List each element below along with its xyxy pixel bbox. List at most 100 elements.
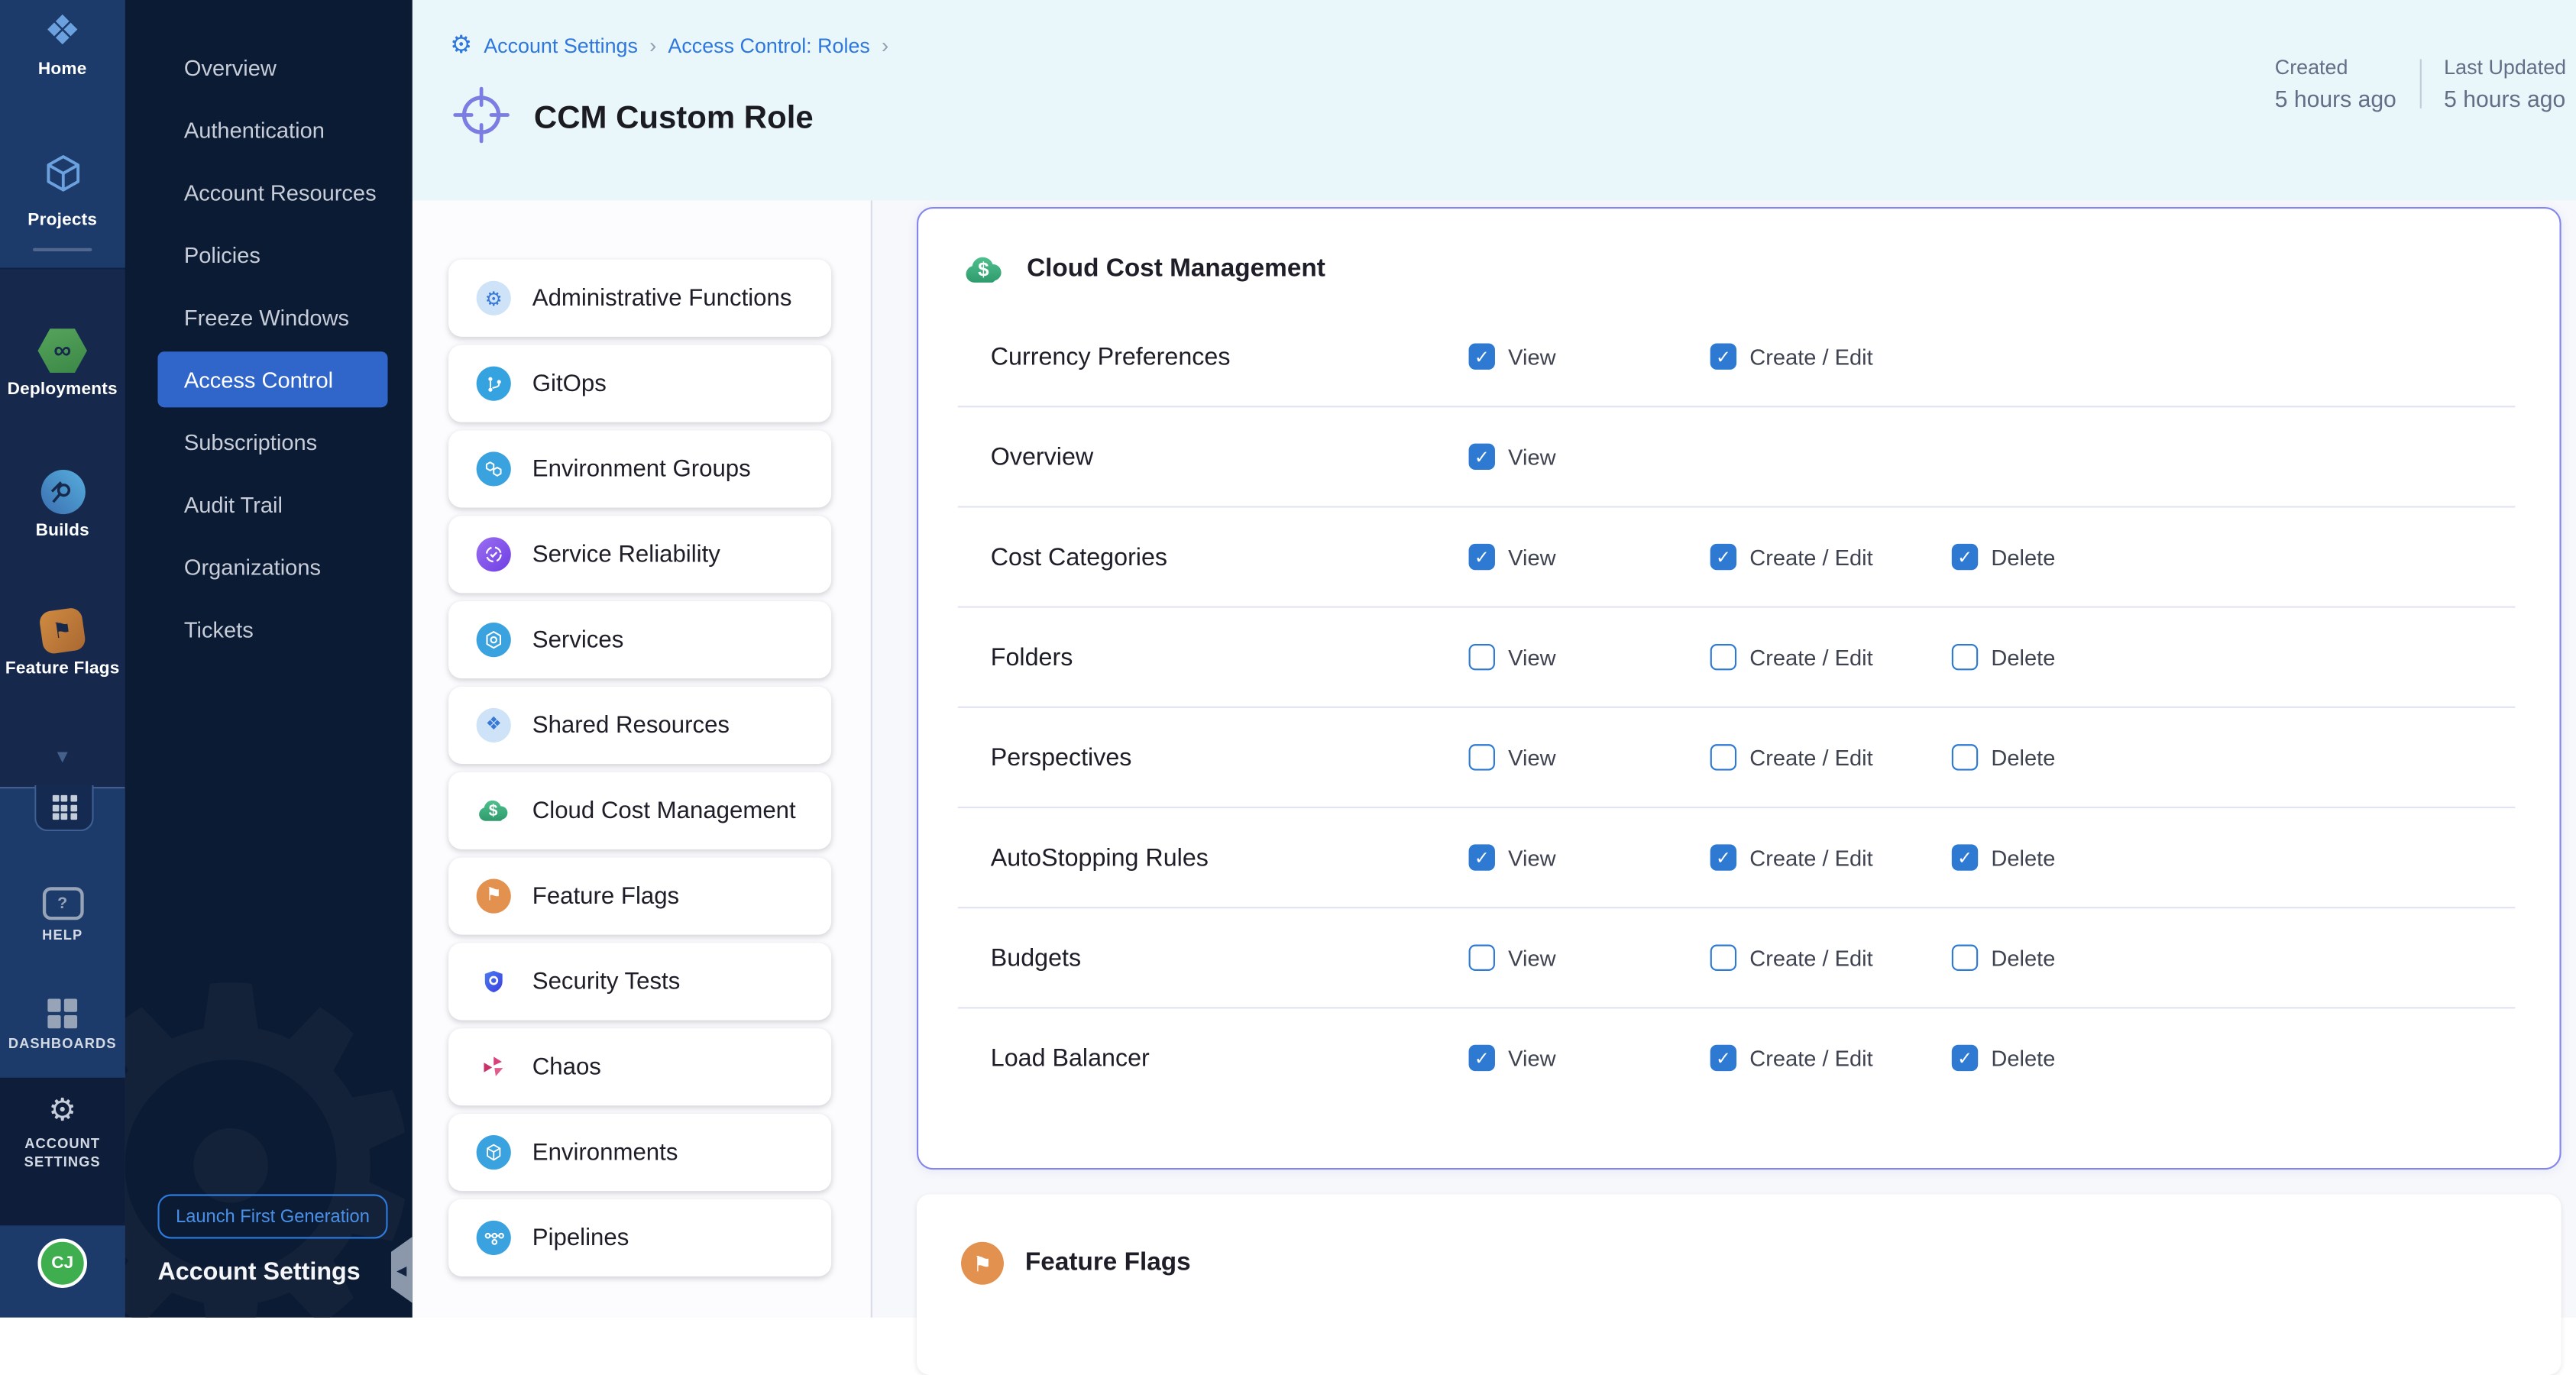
checkbox-label: Delete xyxy=(1991,946,2055,970)
checkbox-label: Create / Edit xyxy=(1749,946,1872,970)
view-checkbox[interactable] xyxy=(1469,644,1495,670)
launch-first-generation-button[interactable]: Launch First Generation xyxy=(157,1194,387,1238)
checkbox-label: Create / Edit xyxy=(1749,545,1872,569)
module-card-feature-flags[interactable]: ⚑Feature Flags xyxy=(448,858,831,935)
rail-item-label: Home xyxy=(38,59,87,79)
sidebar-item-freeze-windows[interactable]: Freeze Windows xyxy=(125,286,412,348)
create_edit-checkbox[interactable]: ✓ xyxy=(1710,544,1736,570)
checkbox-label: View xyxy=(1508,545,1555,569)
module-card-label: Shared Resources xyxy=(532,712,730,738)
module-card-label: Services xyxy=(532,626,624,652)
sidebar-item-policies[interactable]: Policies xyxy=(125,223,412,286)
delete-checkbox[interactable] xyxy=(1952,644,1978,670)
permission-name: Perspectives xyxy=(958,743,1469,772)
module-card-label: GitOps xyxy=(532,370,607,396)
create_edit-checkbox[interactable]: ✓ xyxy=(1710,1045,1736,1071)
module-card-administrative-functions[interactable]: ⚙Administrative Functions xyxy=(448,260,831,337)
view-checkbox[interactable]: ✓ xyxy=(1469,544,1495,570)
user-avatar[interactable]: CJ xyxy=(37,1238,87,1288)
rail-item-help[interactable]: ? HELP xyxy=(0,887,125,944)
security-tests-icon xyxy=(477,964,511,998)
rail-item-account-settings[interactable]: ⚙ ACCOUNT SETTINGS xyxy=(0,1078,125,1226)
sidebar-item-organizations[interactable]: Organizations xyxy=(125,535,412,598)
permission-cell-view: ✓View xyxy=(1469,844,1710,870)
checkbox-label: View xyxy=(1508,445,1555,469)
module-card-environments[interactable]: Environments xyxy=(448,1114,831,1191)
view-checkbox[interactable] xyxy=(1469,744,1495,770)
home-icon: ❖ xyxy=(44,10,81,53)
checkbox-label: View xyxy=(1508,1046,1555,1070)
permission-row: AutoStopping Rules✓View✓Create / Edit✓De… xyxy=(958,807,2516,907)
module-card-cloud-cost-management[interactable]: $Cloud Cost Management xyxy=(448,772,831,849)
module-card-gitops[interactable]: GitOps xyxy=(448,345,831,422)
view-checkbox[interactable] xyxy=(1469,945,1495,971)
create_edit-checkbox[interactable]: ✓ xyxy=(1710,343,1736,369)
module-card-security-tests[interactable]: Security Tests xyxy=(448,943,831,1020)
module-card-shared-resources[interactable]: ❖ Shared Resources xyxy=(448,687,831,764)
sidebar-item-subscriptions[interactable]: Subscriptions xyxy=(125,411,412,474)
delete-checkbox[interactable] xyxy=(1952,945,1978,971)
module-card-label: Chaos xyxy=(532,1054,601,1080)
module-list: ⚙Administrative Functions GitOps Environme… xyxy=(413,200,872,1317)
gear-icon: ⚙ xyxy=(48,1095,76,1128)
rail-item-dashboards[interactable]: DASHBOARDS xyxy=(0,999,125,1053)
delete-checkbox[interactable]: ✓ xyxy=(1952,1045,1978,1071)
rail-item-deployments[interactable]: ∞ Deployments xyxy=(0,328,125,399)
checkbox-label: Create / Edit xyxy=(1749,1046,1872,1070)
view-checkbox[interactable]: ✓ xyxy=(1469,444,1495,470)
permissions-card-title: Cloud Cost Management xyxy=(1027,254,1325,283)
breadcrumb-separator: › xyxy=(882,33,888,57)
delete-checkbox[interactable]: ✓ xyxy=(1952,544,1978,570)
service-reliability-icon xyxy=(477,537,511,571)
create_edit-checkbox[interactable] xyxy=(1710,945,1736,971)
permission-cell-delete: ✓Delete xyxy=(1952,544,2193,570)
rail-item-label: Feature Flags xyxy=(5,658,120,678)
shared-resources-icon: ❖ xyxy=(477,708,511,742)
sidebar-item-audit-trail[interactable]: Audit Trail xyxy=(125,473,412,535)
module-card-pipelines[interactable]: Pipelines xyxy=(448,1199,831,1276)
module-card-environment-groups[interactable]: Environment Groups xyxy=(448,430,831,507)
create_edit-checkbox[interactable] xyxy=(1710,744,1736,770)
delete-checkbox[interactable]: ✓ xyxy=(1952,844,1978,870)
permission-cell-delete: Delete xyxy=(1952,744,2193,770)
permission-row: Cost Categories✓View✓Create / Edit✓Delet… xyxy=(958,506,2516,606)
module-card-label: Environment Groups xyxy=(532,456,751,482)
rail-item-builds[interactable]: Builds xyxy=(0,470,125,540)
delete-checkbox[interactable] xyxy=(1952,744,1978,770)
role-target-icon xyxy=(451,86,510,153)
view-checkbox[interactable]: ✓ xyxy=(1469,343,1495,369)
settings-nav: Overview Authentication Account Resource… xyxy=(125,36,412,660)
sidebar-item-tickets[interactable]: Tickets xyxy=(125,598,412,661)
permission-cell-view: ✓ View xyxy=(1469,444,1710,470)
module-card-service-reliability[interactable]: Service Reliability xyxy=(448,516,831,593)
cloud-cost-management-icon: $ xyxy=(963,247,1005,290)
rail-item-feature-flags[interactable]: ⚑ Feature Flags xyxy=(0,610,125,678)
checkbox-label: View xyxy=(1508,345,1555,369)
module-card-chaos[interactable]: Chaos xyxy=(448,1028,831,1105)
sidebar-item-authentication[interactable]: Authentication xyxy=(125,99,412,161)
permission-cell-view: ✓ View xyxy=(1469,544,1710,570)
checkbox-label: View xyxy=(1508,946,1555,970)
rail-item-projects[interactable]: Projects xyxy=(0,151,125,230)
breadcrumb-access-control-roles[interactable]: Access Control: Roles xyxy=(668,34,869,57)
create_edit-checkbox[interactable] xyxy=(1710,644,1736,670)
view-checkbox[interactable]: ✓ xyxy=(1469,1045,1495,1071)
sidebar-item-overview[interactable]: Overview xyxy=(125,36,412,99)
feature-flags-icon: ⚑ xyxy=(961,1242,1004,1285)
settings-sidebar: ⚙ Overview Authentication Account Resour… xyxy=(125,0,412,1318)
admin-functions-icon: ⚙ xyxy=(477,281,511,315)
module-card-services[interactable]: Services xyxy=(448,601,831,678)
view-checkbox[interactable]: ✓ xyxy=(1469,844,1495,870)
permission-cell-create_edit: Create / Edit xyxy=(1710,744,1952,770)
sidebar-item-access-control[interactable]: Access Control xyxy=(125,348,412,411)
module-card-label: Pipelines xyxy=(532,1225,629,1250)
next-section-card[interactable]: ⚑ Feature Flags xyxy=(917,1194,2561,1375)
breadcrumb-account-settings[interactable]: Account Settings xyxy=(484,34,638,57)
rail-item-home[interactable]: ❖ Home xyxy=(0,10,125,79)
create_edit-checkbox[interactable]: ✓ xyxy=(1710,844,1736,870)
chevron-down-icon[interactable]: ▼ xyxy=(0,747,125,767)
permission-name: Folders xyxy=(958,643,1469,671)
module-selector-button[interactable] xyxy=(34,785,93,831)
sidebar-item-account-resources[interactable]: Account Resources xyxy=(125,161,412,224)
rail-item-label: DASHBOARDS xyxy=(8,1035,117,1053)
